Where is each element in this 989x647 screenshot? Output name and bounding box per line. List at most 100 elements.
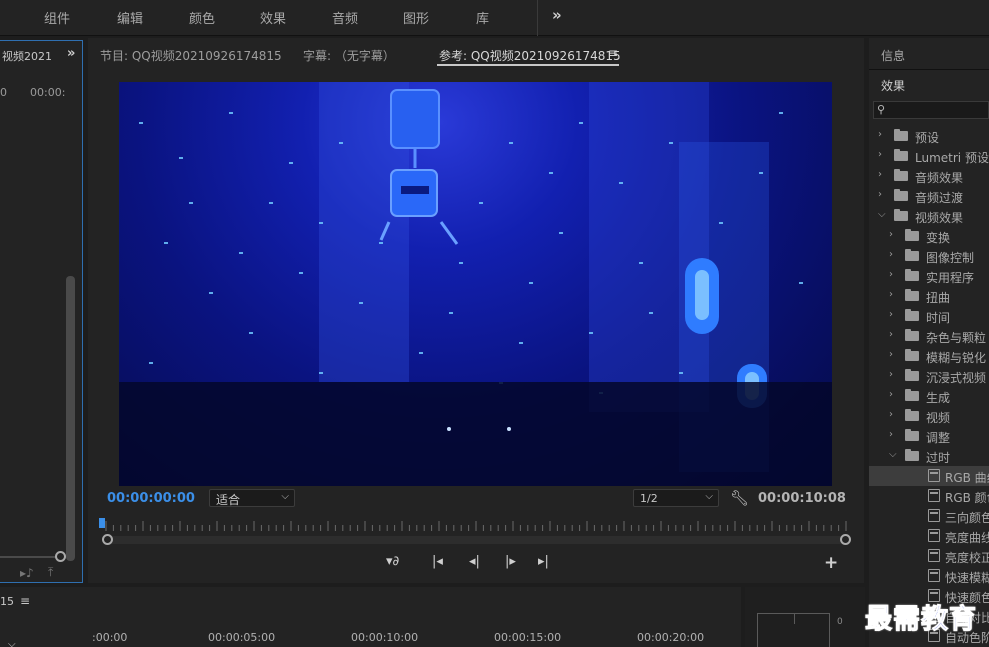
effects-panel: 信息 效果 ⚲ › 预设 › Lumetri 预设 › 音频效果 › 音频过渡 ⌵ 视频效果 › 变换… <box>869 38 989 647</box>
workspace-tab-libraries[interactable]: 库 <box>476 8 489 27</box>
effects-tree-label: 音频效果 <box>915 171 964 185</box>
zoom-handle-right[interactable] <box>840 534 851 545</box>
effects-tree-item[interactable]: › 音频过渡 <box>869 186 989 206</box>
workspace-tab-editing[interactable]: 编辑 <box>117 8 143 27</box>
effects-tree-item[interactable]: 三向颜色校正器 <box>869 506 989 526</box>
watermark-logo: 最需教育 <box>865 604 977 636</box>
source-panel-tab[interactable]: 视频2021 <box>2 48 62 64</box>
vertical-scrollbar[interactable] <box>66 276 75 561</box>
effects-tree-item[interactable]: 快速模糊 <box>869 566 989 586</box>
effects-tree-item[interactable]: › 视频 <box>869 406 989 426</box>
workspace-more-icon[interactable]: » <box>552 6 562 24</box>
effects-tree-label: 三向颜色校正器 <box>945 511 989 525</box>
chevron-right-icon[interactable]: › <box>889 289 893 300</box>
tab-info[interactable]: 信息 <box>881 47 905 64</box>
workspace-tab-color[interactable]: 颜色 <box>189 8 215 27</box>
timeline-ruler-mark: 00:00:10:00 <box>351 631 419 644</box>
chevron-right-icon[interactable]: › <box>889 329 893 340</box>
effects-tree-item[interactable]: › 生成 <box>869 386 989 406</box>
reference-monitor: 节目: QQ视频20210926174815 字幕: （无字幕） 参考: QQ视… <box>88 38 864 583</box>
chevron-right-icon[interactable]: › <box>878 169 882 180</box>
effects-tree-item[interactable]: › 预设 <box>869 126 989 146</box>
audio-meter-panel: 0 <box>745 587 865 647</box>
effects-tree-item[interactable]: 亮度曲线 <box>869 526 989 546</box>
effects-tree-label: 预设 <box>915 131 940 145</box>
chevron-right-icon[interactable]: › <box>889 249 893 260</box>
add-marker-icon[interactable]: ▾∂ <box>386 554 399 569</box>
effects-tree-item[interactable]: › 时间 <box>869 306 989 326</box>
effects-tree-item[interactable]: › 沉浸式视频 <box>869 366 989 386</box>
plus-icon[interactable]: + <box>824 553 838 573</box>
effects-tree-item[interactable]: RGB 颜色校正器 <box>869 486 989 506</box>
chevron-right-icon[interactable]: › <box>889 309 893 320</box>
zoom-handle[interactable] <box>55 551 66 562</box>
workspace-tab-graphics[interactable]: 图形 <box>403 8 429 27</box>
effects-tree-item[interactable]: RGB 曲线 <box>869 466 989 486</box>
zoom-scroll-bar[interactable] <box>105 536 846 544</box>
sequence-tab[interactable]: 15 <box>0 595 14 608</box>
chevron-right-icon[interactable]: › <box>889 269 893 280</box>
workspace-tab-audio[interactable]: 音频 <box>332 8 358 27</box>
chevron-right-icon[interactable]: › <box>878 149 882 160</box>
effects-tree-item[interactable]: › 变换 <box>869 226 989 246</box>
effects-tree-label: 模糊与锐化 <box>926 351 987 365</box>
effects-tree-label: 视频 <box>926 411 951 425</box>
effects-tree-item[interactable]: › 音频效果 <box>869 166 989 186</box>
chevron-right-icon[interactable]: › <box>889 389 893 400</box>
effects-tree-item[interactable]: › 图像控制 <box>869 246 989 266</box>
step-forward-icon[interactable]: |▸ <box>505 554 516 569</box>
effects-tree-item[interactable]: › 调整 <box>869 426 989 446</box>
effects-tree-item[interactable]: › Lumetri 预设 <box>869 146 989 166</box>
panel-menu-icon[interactable]: ≡ <box>20 594 30 608</box>
chevron-right-icon[interactable]: › <box>889 409 893 420</box>
current-timecode[interactable]: 00:00:00:00 <box>107 491 195 506</box>
effects-tree-item[interactable]: ⌵ 视频效果 <box>869 206 989 226</box>
go-to-in-icon[interactable]: |◂ <box>432 554 443 569</box>
chevron-down-icon[interactable]: ⌵ <box>8 639 16 647</box>
export-frame-icon[interactable]: ⤒ <box>48 565 53 580</box>
zoom-level-select[interactable]: 适合 ⌵ <box>209 489 295 507</box>
folder-icon <box>905 389 919 401</box>
workspace-tab-effects[interactable]: 效果 <box>260 8 286 27</box>
effects-tree-label: 实用程序 <box>926 271 975 285</box>
panel-menu-icon[interactable]: ≡ <box>608 46 618 60</box>
playback-resolution-select[interactable]: 1/2 ⌵ <box>633 489 719 507</box>
panel-more-icon[interactable]: » <box>67 46 75 61</box>
effects-tree-item[interactable]: 亮度校正器 <box>869 546 989 566</box>
chevron-right-icon[interactable]: › <box>889 429 893 440</box>
step-back-icon[interactable]: ◂| <box>469 554 480 569</box>
folder-icon <box>905 369 919 381</box>
preset-folder-icon <box>894 129 908 141</box>
effect-icon <box>928 489 940 502</box>
chevron-down-icon[interactable]: ⌵ <box>878 209 886 220</box>
chevron-right-icon[interactable]: › <box>889 349 893 360</box>
effects-tree-item[interactable]: › 模糊与锐化 <box>869 346 989 366</box>
go-to-out-icon[interactable]: ▸| <box>538 554 549 569</box>
drag-audio-icon[interactable]: ▸♪ <box>20 566 34 580</box>
effects-tree-label: 音频过渡 <box>915 191 964 205</box>
effects-tree-item[interactable]: › 实用程序 <box>869 266 989 286</box>
effects-search-input[interactable]: ⚲ <box>873 101 989 119</box>
effects-tree-item[interactable]: › 扭曲 <box>869 286 989 306</box>
chevron-right-icon[interactable]: › <box>878 189 882 200</box>
tab-program[interactable]: 节目: QQ视频20210926174815 <box>100 47 282 64</box>
effects-tree-item[interactable]: › 杂色与颗粒 <box>869 326 989 346</box>
tab-captions[interactable]: 字幕: （无字幕） <box>303 47 395 64</box>
tab-reference[interactable]: 参考: QQ视频20210926174815 <box>439 47 621 64</box>
chevron-down-icon[interactable]: ⌵ <box>889 449 897 460</box>
chevron-right-icon[interactable]: › <box>889 369 893 380</box>
playhead[interactable] <box>99 518 105 528</box>
effects-tree-label: 图像控制 <box>926 251 975 265</box>
effect-icon <box>928 549 940 562</box>
effects-tree-item[interactable]: ⌵ 过时 <box>869 446 989 466</box>
source-panel: 视频2021 » 0 00:00: ▸♪ ⤒ <box>0 40 83 583</box>
chevron-right-icon[interactable]: › <box>878 129 882 140</box>
workspace-tab-assembly[interactable]: 组件 <box>44 8 70 27</box>
tab-effects[interactable]: 效果 <box>881 77 905 94</box>
playback-resolution-value: 1/2 <box>640 492 658 505</box>
zoom-handle-left[interactable] <box>102 534 113 545</box>
effects-tree-label: 过时 <box>926 451 951 465</box>
time-ruler[interactable] <box>102 519 852 531</box>
wrench-icon[interactable]: 🔧︎ <box>730 489 749 507</box>
chevron-right-icon[interactable]: › <box>889 229 893 240</box>
